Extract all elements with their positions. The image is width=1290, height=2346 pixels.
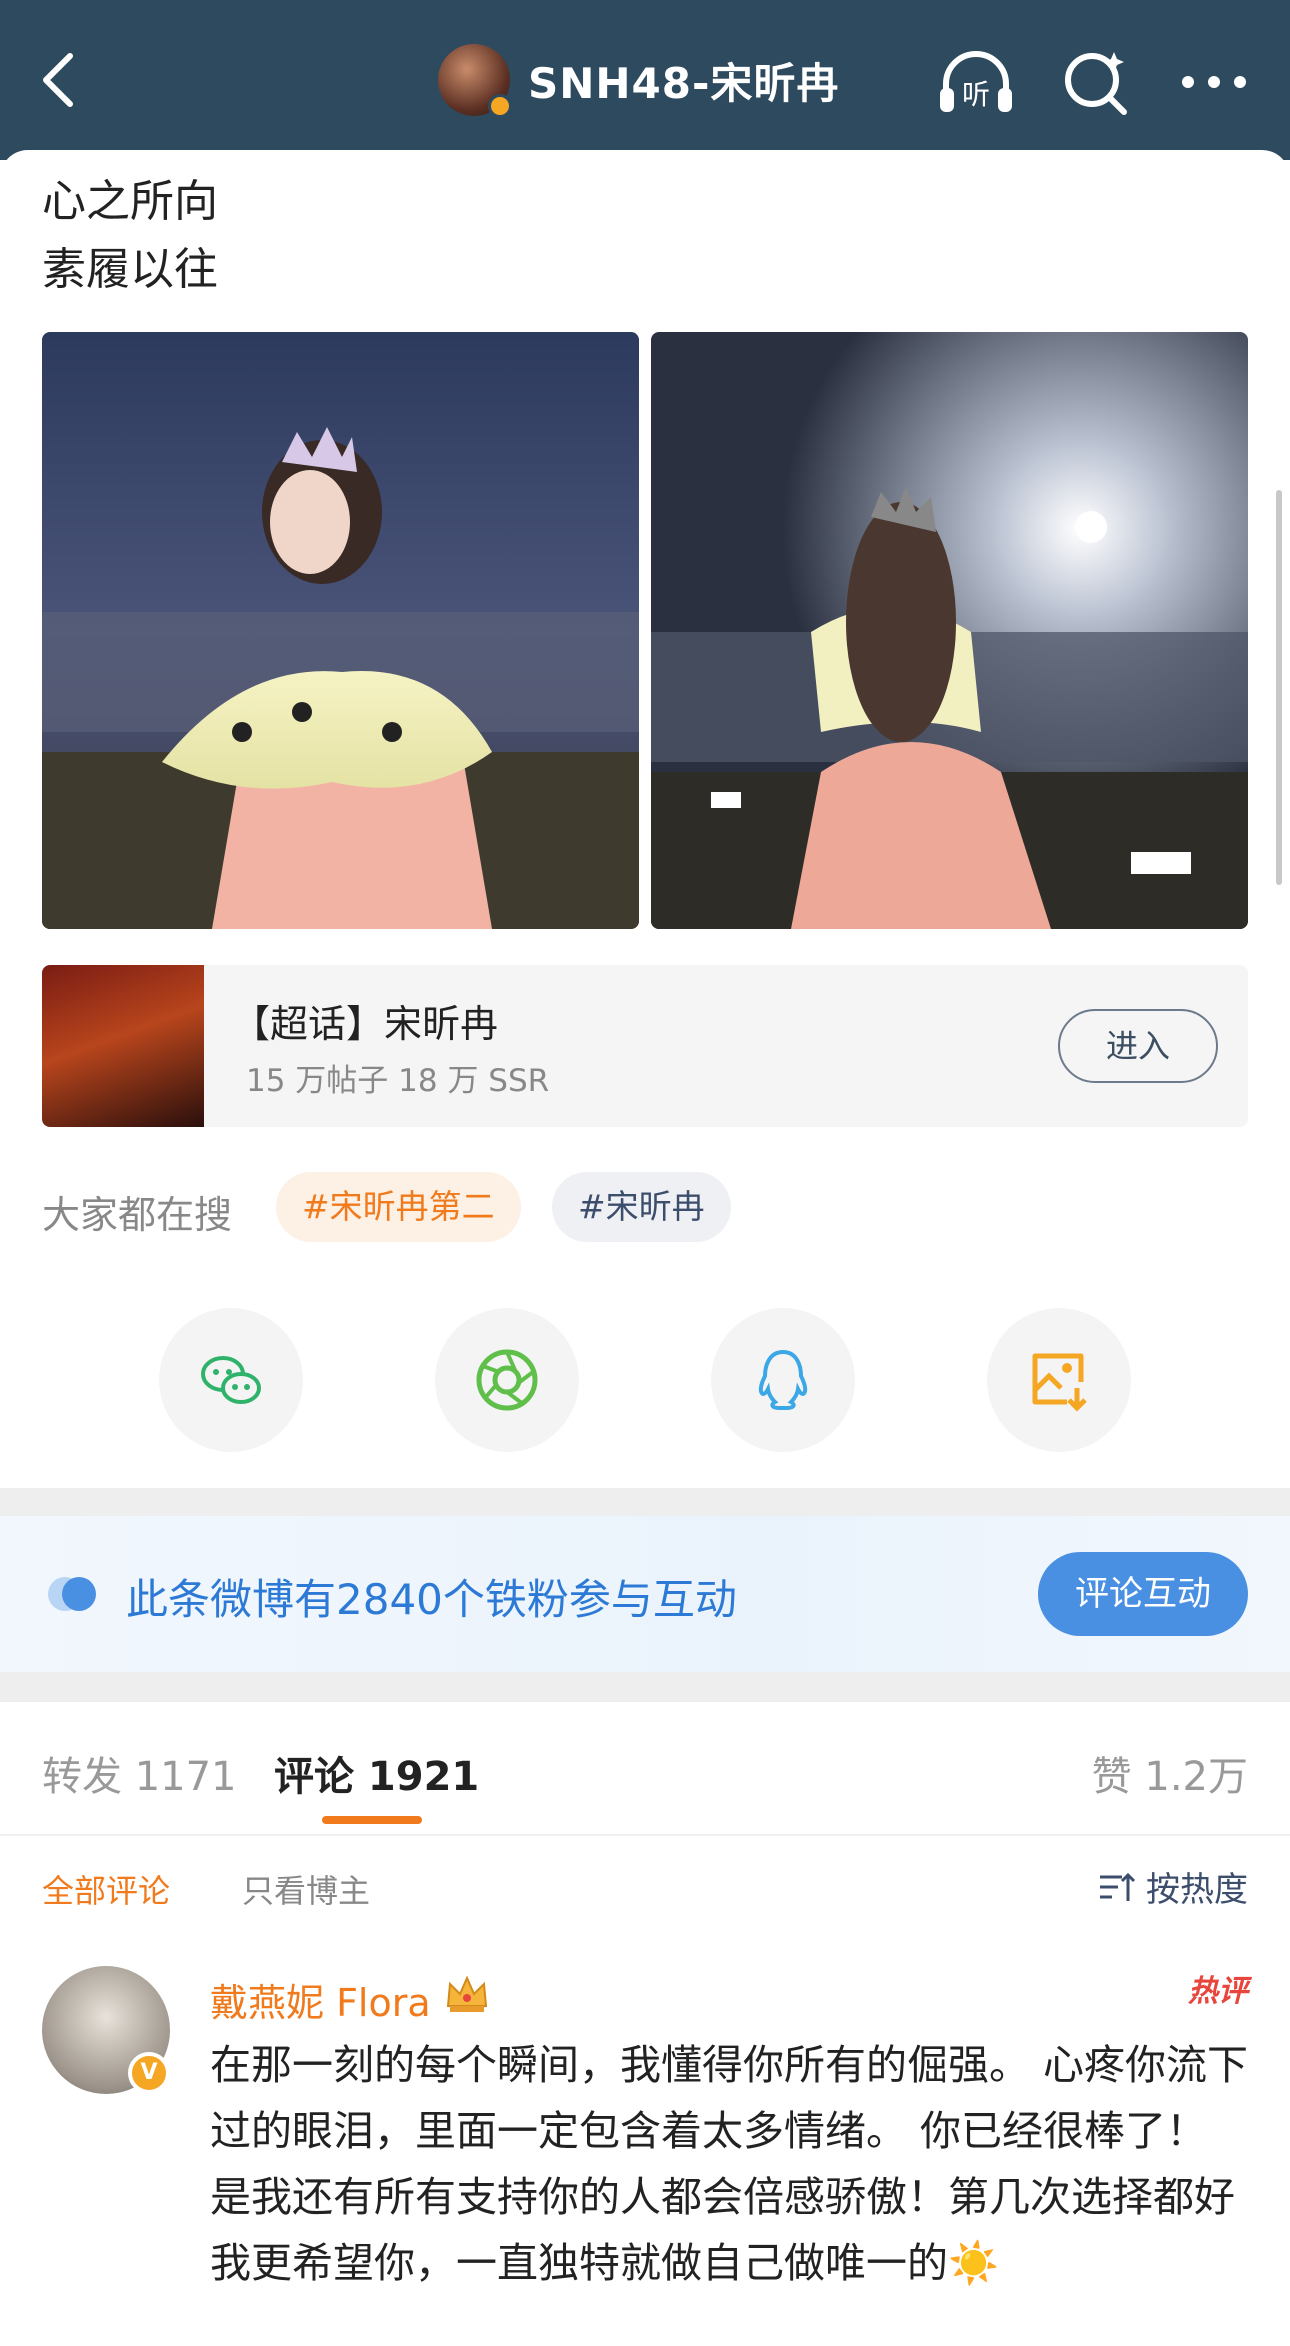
filter-owner-only[interactable]: 只看博主 [242, 1866, 370, 1912]
sort-button[interactable]: 按热度 [1096, 1862, 1248, 1911]
tab-repost[interactable]: 转发 1171 [42, 1744, 237, 1802]
fans-banner-text: 此条微博有2840个铁粉参与互动 [126, 1575, 737, 1624]
active-tab-indicator [322, 1816, 422, 1824]
trending-chip[interactable]: #宋昕冉第二 [276, 1172, 521, 1242]
post-line: 素履以往 [42, 244, 218, 295]
back-button[interactable] [30, 48, 90, 112]
moments-icon [476, 1349, 538, 1411]
more-icon [1182, 76, 1246, 88]
save-image-icon [1032, 1353, 1087, 1412]
listen-label: 听 [962, 78, 990, 111]
tab-comments[interactable]: 评论 1921 [274, 1744, 479, 1802]
listen-button[interactable]: 听 [934, 40, 1018, 124]
fans-banner: 此条微博有2840个铁粉参与互动 评论互动 [0, 1516, 1290, 1672]
scrollbar[interactable] [1276, 490, 1282, 885]
post-image-1[interactable] [42, 332, 639, 929]
stage-photo-image [42, 332, 639, 929]
back-icon [43, 53, 73, 107]
trending-label: 大家都在搜 [42, 1193, 233, 1237]
enter-button[interactable]: 进入 [1058, 1009, 1218, 1083]
filter-all-comments[interactable]: 全部评论 [42, 1866, 170, 1912]
comment-text: 在那一刻的每个瞬间，我懂得你所有的倔强。 心疼你流下过的眼泪，里面一定包含着太多… [210, 2041, 1249, 2287]
account-title[interactable]: SNH48-宋昕冉 [438, 42, 839, 118]
wechat-icon [201, 1356, 261, 1404]
qq-icon [758, 1349, 808, 1410]
crown-icon [446, 1975, 488, 2012]
section-divider [0, 1488, 1290, 1516]
stage-photo-image [651, 332, 1248, 929]
more-button[interactable] [1172, 40, 1256, 124]
section-divider [0, 1672, 1290, 1702]
sort-icon [1100, 1872, 1136, 1901]
headphones-icon: 听 [940, 51, 1012, 112]
tab-likes[interactable]: 赞 1.2万 [1092, 1744, 1248, 1802]
post-text: 心之所向 素履以往 [42, 168, 218, 304]
comment-interact-button[interactable]: 评论互动 [1038, 1552, 1248, 1636]
search-button[interactable] [1054, 40, 1138, 124]
search-icon [1065, 52, 1127, 115]
save-image-button[interactable] [987, 1308, 1131, 1452]
tab-divider [0, 1834, 1290, 1836]
super-topic-name: 【超话】宋昕冉 [232, 1002, 499, 1046]
super-topic-card[interactable]: 【超话】宋昕冉 15 万帖子 18 万 SSR 进入 [42, 965, 1248, 1127]
verified-badge: V [128, 2052, 170, 2094]
post-image-2[interactable] [651, 332, 1248, 929]
share-moments-button[interactable] [435, 1308, 579, 1452]
fans-icon [48, 1577, 96, 1611]
super-topic-thumbnail [42, 965, 204, 1127]
share-qq-button[interactable] [711, 1308, 855, 1452]
share-wechat-button[interactable] [159, 1308, 303, 1452]
post-line: 心之所向 [42, 176, 218, 227]
top-bar: SNH48-宋昕冉 听 [0, 0, 1290, 160]
verified-badge [488, 94, 512, 118]
comment-author[interactable]: 戴燕妮 Flora [210, 1972, 431, 2027]
hot-comment-tag: 热评 [1188, 1974, 1248, 2009]
sort-label: 按热度 [1146, 1870, 1248, 1910]
page-title: SNH48-宋昕冉 [528, 58, 840, 108]
trending-chip[interactable]: #宋昕冉 [552, 1172, 731, 1242]
super-topic-stats: 15 万帖子 18 万 SSR [246, 1063, 550, 1099]
avatar [438, 44, 512, 118]
